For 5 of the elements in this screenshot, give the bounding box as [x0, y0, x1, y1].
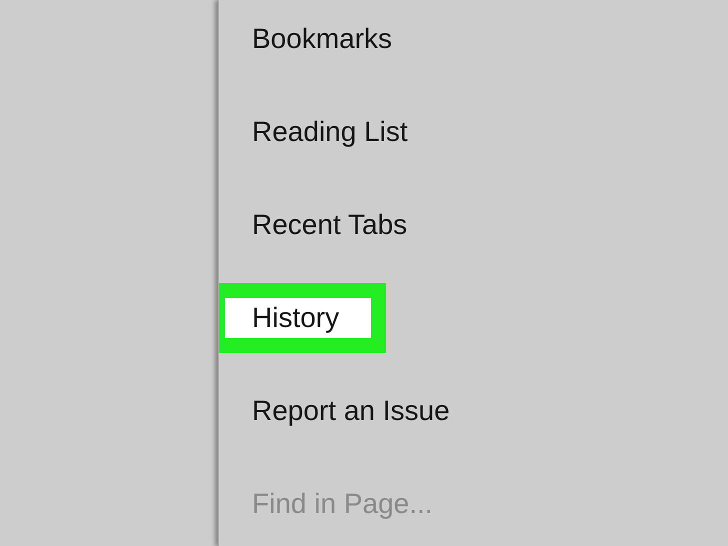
menu-item[interactable]: Reading List: [252, 116, 408, 148]
menu-item[interactable]: Report an Issue: [252, 394, 450, 426]
menu-item[interactable]: History: [219, 282, 386, 352]
menu-item[interactable]: Recent Tabs: [252, 208, 408, 240]
menu-item[interactable]: Bookmarks: [252, 22, 392, 54]
